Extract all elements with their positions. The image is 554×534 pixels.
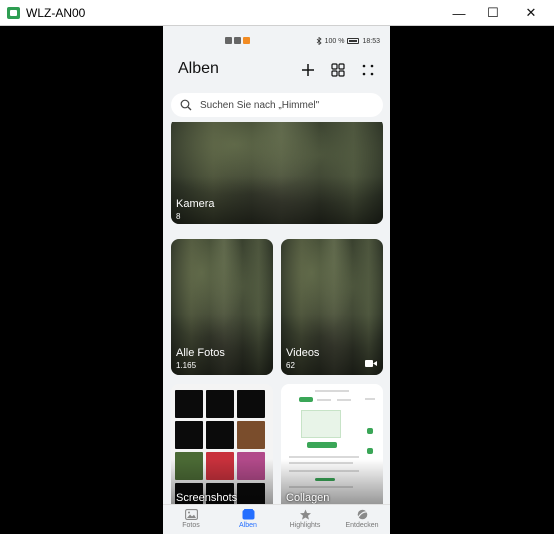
status-notifications	[225, 37, 250, 44]
status-bar: 100 % 18:53	[163, 26, 390, 56]
status-system: 100 % 18:53	[316, 37, 380, 45]
more-icon	[362, 64, 374, 76]
preview-dot	[367, 448, 373, 454]
preview-tab	[299, 397, 313, 402]
screenshot-thumbnail	[175, 421, 203, 449]
preview-line	[289, 462, 353, 464]
tab-highlights[interactable]: Highlights	[277, 507, 333, 533]
app-header: Alben	[163, 56, 390, 88]
play-notification-icon	[243, 37, 250, 44]
album-name: Videos	[286, 347, 320, 359]
more-options-button[interactable]	[357, 59, 379, 81]
screenshot-thumbnail	[206, 390, 234, 418]
preview-line	[365, 398, 375, 400]
wifi-share-icon	[234, 37, 241, 44]
screenshot-thumbnail	[237, 421, 265, 449]
search-icon	[180, 99, 192, 111]
screenshot-thumbnail	[206, 421, 234, 449]
screenshot-thumbnail	[175, 452, 203, 480]
search-bar[interactable]	[171, 93, 383, 117]
screenshot-thumbnail	[237, 390, 265, 418]
album-count: 62	[286, 361, 295, 370]
preview-dot	[367, 428, 373, 434]
discover-icon	[357, 509, 367, 520]
album-card-alle-fotos[interactable]: Alle Fotos 1.165	[171, 239, 273, 375]
window-title: WLZ-AN00	[26, 6, 86, 20]
bottom-navigation: Fotos Alben Highlights Entdecken	[163, 504, 390, 534]
tab-alben[interactable]: Alben	[220, 507, 276, 533]
album-name: Screenshots	[176, 492, 238, 504]
tab-label: Alben	[239, 522, 257, 529]
battery-icon	[347, 38, 360, 44]
screenshot-thumbnail	[237, 483, 265, 504]
tab-fotos[interactable]: Fotos	[163, 507, 219, 533]
notification-icon	[225, 37, 232, 44]
screenshot-thumbnails	[175, 390, 269, 504]
album-card-kamera[interactable]: Kamera 8	[171, 122, 383, 224]
album-name: Collagen	[286, 492, 330, 504]
album-name: Kamera	[176, 198, 215, 210]
album-count: 8	[176, 212, 181, 221]
page-title: Alben	[178, 60, 219, 77]
grid-icon	[331, 63, 345, 77]
app-icon	[7, 7, 20, 19]
collage-preview	[285, 388, 379, 504]
tab-entdecken[interactable]: Entdecken	[334, 507, 390, 533]
screenshot-thumbnail	[175, 390, 203, 418]
screenshot-thumbnail	[237, 452, 265, 480]
preview-line	[337, 399, 351, 401]
close-button[interactable]: ✕	[508, 0, 554, 26]
tab-label: Fotos	[182, 522, 200, 529]
preview-line	[289, 486, 353, 488]
album-card-videos[interactable]: Videos 62	[281, 239, 383, 375]
battery-percent: 100 %	[324, 37, 345, 45]
phone-screen: 100 % 18:53 Alben Suchen Sie nach „Himme…	[163, 26, 390, 534]
window-titlebar: WLZ-AN00 — ☐ ✕	[0, 0, 554, 26]
preview-button	[307, 442, 337, 448]
screenshot-thumbnail	[206, 452, 234, 480]
search-input[interactable]	[200, 93, 378, 117]
plus-icon	[302, 64, 314, 76]
album-card-collagen[interactable]: Collagen	[281, 384, 383, 504]
star-icon	[299, 509, 311, 520]
preview-line	[289, 456, 359, 458]
preview-line	[289, 470, 359, 472]
album-icon	[242, 509, 254, 520]
preview-bar	[315, 478, 335, 481]
album-count: 1.165	[176, 361, 197, 370]
add-album-button[interactable]	[297, 59, 319, 81]
preview-line	[317, 399, 331, 401]
video-camera-icon	[365, 360, 377, 367]
preview-line	[315, 390, 349, 392]
preview-map	[301, 410, 341, 438]
album-list: Kamera 8 Alle Fotos 1.165 Videos 62 Scre…	[163, 122, 390, 504]
bluetooth-icon	[316, 37, 322, 45]
tab-label: Entdecken	[345, 522, 379, 529]
tab-label: Highlights	[289, 522, 321, 529]
album-name: Alle Fotos	[176, 347, 225, 359]
album-card-screenshots[interactable]: Screenshots	[171, 384, 273, 504]
clock: 18:53	[362, 37, 380, 45]
photo-icon	[184, 509, 198, 520]
view-toggle-button[interactable]	[327, 59, 349, 81]
